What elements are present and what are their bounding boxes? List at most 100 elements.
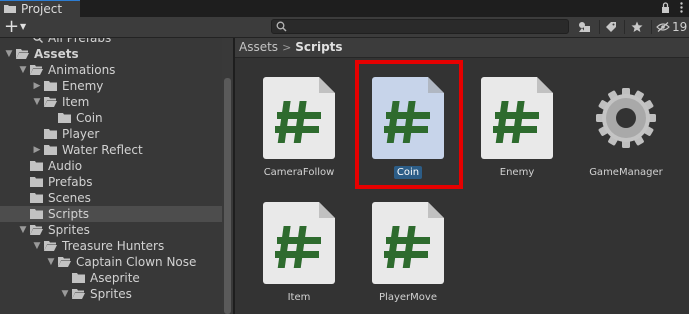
tree-item-label: Prefabs bbox=[48, 175, 93, 189]
chevron-down-icon[interactable]: ▼ bbox=[18, 62, 28, 78]
tree-item-item[interactable]: ▼ Item bbox=[0, 94, 222, 110]
tree-item-label: All Prefabs bbox=[48, 38, 112, 45]
tree-item-sprites[interactable]: ▼ Sprites bbox=[0, 222, 222, 238]
asset-label: CameraFollow bbox=[263, 167, 335, 178]
tree-item-water-reflect[interactable]: ▶ Water Reflect bbox=[0, 142, 222, 158]
tree-item-treasure-hunters[interactable]: ▼ Treasure Hunters bbox=[0, 238, 222, 254]
hidden-packages-count: 19 bbox=[672, 20, 688, 34]
toolbar-separator bbox=[651, 20, 652, 34]
chevron-down-icon[interactable]: ▼ bbox=[18, 222, 28, 238]
asset-gamemanager[interactable]: GameManager bbox=[562, 58, 663, 182]
highlight-box bbox=[355, 60, 463, 189]
tree-item-captain-clown-nose[interactable]: ▼ Captain Clown Nose bbox=[0, 254, 222, 270]
tree-item-enemy[interactable]: ▶ Enemy bbox=[0, 78, 222, 94]
tree-item-sprites[interactable]: ▼ Sprites bbox=[0, 286, 222, 302]
search-by-label-button[interactable] bbox=[601, 19, 621, 35]
tree-item-all-prefabs[interactable]: All Prefabs bbox=[0, 38, 222, 46]
asset-playermove[interactable]: PlayerMove bbox=[344, 183, 444, 307]
asset-label: PlayerMove bbox=[379, 292, 437, 303]
tree-item-animations[interactable]: ▼ Animations bbox=[0, 62, 222, 78]
chevron-down-icon[interactable]: ▼ bbox=[4, 46, 14, 62]
create-asset-button[interactable]: + ▼ bbox=[4, 16, 30, 37]
tree-item-label: Aseprite bbox=[90, 271, 140, 285]
folder-icon bbox=[44, 241, 57, 251]
chevron-right-icon[interactable]: ▶ bbox=[32, 78, 42, 94]
folder-icon bbox=[30, 177, 43, 187]
breadcrumb-assets[interactable]: Assets bbox=[239, 40, 278, 54]
asset-label: Item bbox=[287, 292, 311, 303]
more-options-icon[interactable] bbox=[680, 1, 683, 16]
toolbar-separator bbox=[624, 20, 625, 34]
csharp-script-icon bbox=[481, 77, 553, 159]
csharp-script-icon bbox=[263, 202, 335, 284]
folder-icon bbox=[16, 49, 29, 59]
folder-tree: All Prefabs ▼ Assets ▼ Animations ▶ Enemy ▼ Item… bbox=[0, 38, 233, 314]
breadcrumb-separator: > bbox=[282, 40, 292, 54]
asset-label: Enemy bbox=[499, 167, 535, 178]
search-icon bbox=[33, 38, 43, 43]
asset-item[interactable]: Item bbox=[235, 183, 335, 307]
breadcrumb-scripts[interactable]: Scripts bbox=[295, 40, 342, 54]
star-icon bbox=[631, 21, 643, 32]
eye-slash-icon bbox=[656, 22, 670, 32]
folder-icon bbox=[4, 5, 16, 13]
chevron-down-icon: ▼ bbox=[20, 22, 27, 31]
folder-icon bbox=[30, 209, 43, 219]
asset-label: GameManager bbox=[589, 167, 663, 178]
tree-item-label: Animations bbox=[48, 63, 116, 77]
window-controls bbox=[661, 0, 683, 17]
chevron-down-icon[interactable]: ▼ bbox=[32, 238, 42, 254]
tree-item-label: Treasure Hunters bbox=[62, 239, 165, 253]
folder-icon bbox=[58, 113, 71, 123]
search-box[interactable] bbox=[271, 19, 569, 34]
csharp-script-icon bbox=[263, 77, 335, 159]
tree-item-prefabs[interactable]: Prefabs bbox=[0, 174, 222, 190]
gear-icon bbox=[596, 88, 656, 148]
folder-icon bbox=[72, 273, 85, 283]
tree-item-label: Sprites bbox=[90, 287, 132, 301]
tree-item-label: Item bbox=[62, 95, 90, 109]
search-input[interactable] bbox=[290, 20, 560, 33]
folder-icon bbox=[30, 161, 43, 171]
window-tab-bar: Project bbox=[0, 0, 689, 17]
breadcrumb: Assets > Scripts bbox=[239, 40, 343, 54]
tree-item-label: Water Reflect bbox=[62, 143, 143, 157]
tree-item-scenes[interactable]: Scenes bbox=[0, 190, 222, 206]
hidden-packages-toggle[interactable]: 19 bbox=[656, 19, 687, 35]
search-by-type-button[interactable] bbox=[575, 19, 595, 35]
folder-icon bbox=[44, 97, 57, 107]
tree-item-label: Scenes bbox=[48, 191, 91, 205]
project-tab[interactable]: Project bbox=[0, 0, 80, 17]
tree-scrollbar-thumb[interactable] bbox=[224, 78, 231, 314]
plus-icon: + bbox=[4, 16, 20, 37]
csharp-script-icon bbox=[372, 202, 444, 284]
project-toolbar: + ▼ 19 bbox=[0, 16, 689, 38]
chevron-down-icon[interactable]: ▼ bbox=[46, 254, 56, 270]
tree-item-assets[interactable]: ▼ Assets bbox=[0, 46, 222, 62]
tree-item-audio[interactable]: Audio bbox=[0, 158, 222, 174]
asset-camerafollow[interactable]: CameraFollow bbox=[235, 58, 335, 182]
folder-icon bbox=[30, 225, 43, 235]
asset-label-wrap: GameManager bbox=[562, 166, 689, 179]
tree-item-label: Coin bbox=[76, 111, 103, 125]
shapes-icon bbox=[579, 22, 590, 32]
folder-icon bbox=[44, 81, 57, 91]
asset-enemy[interactable]: Enemy bbox=[453, 58, 553, 182]
chevron-down-icon[interactable]: ▼ bbox=[60, 286, 70, 302]
tree-item-label: Assets bbox=[34, 47, 79, 61]
toolbar-separator bbox=[599, 20, 600, 34]
chevron-right-icon[interactable]: ▶ bbox=[32, 142, 42, 158]
folder-icon bbox=[58, 257, 71, 267]
chevron-down-icon[interactable]: ▼ bbox=[32, 94, 42, 110]
tree-scrollbar[interactable] bbox=[222, 38, 233, 314]
tree-item-coin[interactable]: Coin bbox=[0, 110, 222, 126]
tab-title: Project bbox=[21, 2, 63, 16]
tree-item-aseprite[interactable]: Aseprite bbox=[0, 270, 222, 286]
lock-icon[interactable] bbox=[661, 1, 670, 16]
tree-item-scripts[interactable]: Scripts bbox=[0, 206, 222, 222]
breadcrumb-bar: Assets > Scripts bbox=[235, 38, 689, 58]
folder-icon bbox=[30, 193, 43, 203]
folder-icon bbox=[30, 65, 43, 75]
tree-item-player[interactable]: Player bbox=[0, 126, 222, 142]
favorites-button[interactable] bbox=[627, 19, 647, 35]
